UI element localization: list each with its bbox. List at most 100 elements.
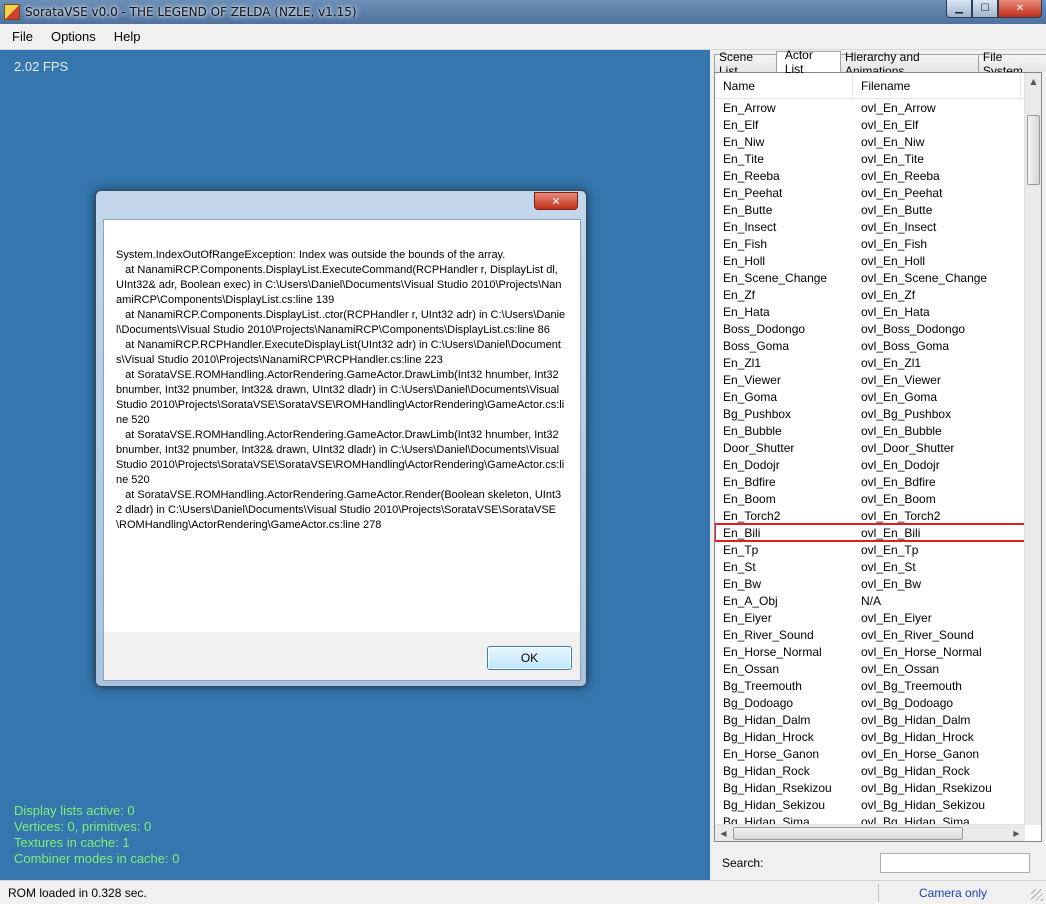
column-header-name[interactable]: Name: [715, 73, 853, 98]
actor-row[interactable]: En_St ovl_En_St: [715, 558, 1025, 575]
actor-row[interactable]: En_Peehat ovl_En_Peehat: [715, 184, 1025, 201]
tab-actor-list[interactable]: Actor List: [775, 48, 841, 76]
app-icon[interactable]: [4, 4, 20, 20]
actor-name-cell: En_Boom: [723, 491, 776, 506]
actor-name-cell: En_St: [723, 559, 756, 574]
vertical-scrollbar[interactable]: ▲: [1024, 73, 1041, 825]
actor-row[interactable]: En_Horse_Ganon ovl_En_Horse_Ganon: [715, 745, 1025, 762]
actor-row[interactable]: En_Bubble ovl_En_Bubble: [715, 422, 1025, 439]
actor-name-cell: Door_Shutter: [723, 440, 795, 455]
vertical-scroll-thumb[interactable]: [1027, 115, 1040, 185]
actor-name-cell: En_Peehat: [723, 185, 783, 200]
actor-row[interactable]: Boss_Dodongo ovl_Boss_Dodongo: [715, 320, 1025, 337]
actor-row[interactable]: Bg_Treemouth ovl_Bg_Treemouth: [715, 677, 1025, 694]
menu-help[interactable]: Help: [114, 29, 141, 44]
actor-row[interactable]: En_Scene_Change ovl_En_Scene_Change: [715, 269, 1025, 286]
actor-filename-cell: ovl_Bg_Hidan_Rsekizou: [861, 780, 992, 795]
close-button[interactable]: ✕: [998, 0, 1042, 18]
actor-row[interactable]: Bg_Hidan_Dalm ovl_Bg_Hidan_Dalm: [715, 711, 1025, 728]
actor-row[interactable]: En_Reeba ovl_En_Reeba: [715, 167, 1025, 184]
error-dialog: ✕ System.IndexOutOfRangeException: Index…: [95, 190, 587, 687]
menu-options[interactable]: Options: [51, 29, 96, 44]
actor-row[interactable]: En_Zl1 ovl_En_Zl1: [715, 354, 1025, 371]
actor-row[interactable]: En_Arrow ovl_En_Arrow: [715, 99, 1025, 116]
stat-display-lists: Display lists active: 0: [14, 803, 135, 818]
actor-row[interactable]: En_Holl ovl_En_Holl: [715, 252, 1025, 269]
actor-row[interactable]: Door_Shutter ovl_Door_Shutter: [715, 439, 1025, 456]
actor-row[interactable]: En_Eiyer ovl_En_Eiyer: [715, 609, 1025, 626]
actor-row[interactable]: Bg_Hidan_Rock ovl_Bg_Hidan_Rock: [715, 762, 1025, 779]
actor-row[interactable]: En_Insect ovl_En_Insect: [715, 218, 1025, 235]
horizontal-scrollbar[interactable]: ◀ ▶: [715, 824, 1025, 841]
actor-filename-cell: ovl_En_Tp: [861, 542, 919, 557]
actor-name-cell: En_Bdfire: [723, 474, 776, 489]
actor-filename-cell: ovl_En_Bili: [861, 525, 921, 540]
actor-row[interactable]: Bg_Pushbox ovl_Bg_Pushbox: [715, 405, 1025, 422]
actor-filename-cell: ovl_En_Bubble: [861, 423, 942, 438]
actor-row[interactable]: Bg_Hidan_Sekizou ovl_Bg_Hidan_Sekizou: [715, 796, 1025, 813]
actor-name-cell: Bg_Hidan_Rsekizou: [723, 780, 832, 795]
actor-row[interactable]: Boss_Goma ovl_Boss_Goma: [715, 337, 1025, 354]
actor-row[interactable]: Bg_Hidan_Rsekizou ovl_Bg_Hidan_Rsekizou: [715, 779, 1025, 796]
scroll-left-icon[interactable]: ◀: [715, 825, 732, 841]
tab-hierarchy-animations[interactable]: Hierarchy and Animations: [840, 50, 979, 78]
actor-name-cell: En_Tite: [723, 151, 764, 166]
actor-row[interactable]: En_Boom ovl_En_Boom: [715, 490, 1025, 507]
actor-row[interactable]: En_Torch2 ovl_En_Torch2: [715, 507, 1025, 524]
actor-name-cell: Bg_Pushbox: [723, 406, 792, 421]
menu-file[interactable]: File: [12, 29, 33, 44]
camera-mode-label[interactable]: Camera only: [919, 886, 987, 900]
ok-button[interactable]: OK: [487, 646, 572, 670]
stat-combiner-modes: Combiner modes in cache: 0: [14, 851, 180, 866]
actor-row[interactable]: En_Butte ovl_En_Butte: [715, 201, 1025, 218]
actor-row[interactable]: En_Viewer ovl_En_Viewer: [715, 371, 1025, 388]
status-rom-loaded: ROM loaded in 0.328 sec.: [8, 886, 147, 900]
actor-filename-cell: ovl_Bg_Pushbox: [861, 406, 952, 421]
actor-filename-cell: ovl_En_Fish: [861, 236, 928, 251]
actor-row[interactable]: En_Horse_Normal ovl_En_Horse_Normal: [715, 643, 1025, 660]
actor-row[interactable]: En_Goma ovl_En_Goma: [715, 388, 1025, 405]
actor-filename-cell: ovl_En_Elf: [861, 117, 919, 132]
actor-list-view[interactable]: Name Filename En_Arrow ovl_En_Arrow En_Elf…: [714, 72, 1042, 842]
actor-row[interactable]: En_River_Sound ovl_En_River_Sound: [715, 626, 1025, 643]
actor-row[interactable]: En_Hata ovl_En_Hata: [715, 303, 1025, 320]
actor-row[interactable]: En_Bdfire ovl_En_Bdfire: [715, 473, 1025, 490]
actor-row[interactable]: En_Niw ovl_En_Niw: [715, 133, 1025, 150]
actor-row[interactable]: En_Elf ovl_En_Elf: [715, 116, 1025, 133]
tab-scene-list[interactable]: Scene List: [714, 50, 777, 78]
dialog-message-area: System.IndexOutOfRangeException: Index w…: [104, 220, 580, 632]
actor-row[interactable]: En_Tp ovl_En_Tp: [715, 541, 1025, 558]
scroll-up-icon[interactable]: ▲: [1025, 73, 1041, 90]
dialog-close-button[interactable]: ✕: [534, 192, 578, 210]
actor-name-cell: En_Viewer: [723, 372, 781, 387]
scroll-right-icon[interactable]: ▶: [1008, 825, 1025, 841]
actor-row[interactable]: En_Fish ovl_En_Fish: [715, 235, 1025, 252]
actor-filename-cell: ovl_En_Peehat: [861, 185, 943, 200]
actor-row[interactable]: En_Ossan ovl_En_Ossan: [715, 660, 1025, 677]
stat-vertices: Vertices: 0, primitives: 0: [14, 819, 152, 834]
column-header-filename[interactable]: Filename: [853, 73, 1021, 98]
actor-row[interactable]: En_Dodojr ovl_En_Dodojr: [715, 456, 1025, 473]
actor-name-cell: En_River_Sound: [723, 627, 814, 642]
minimize-button[interactable]: ▁: [946, 0, 972, 18]
actor-filename-cell: ovl_En_Bdfire: [861, 474, 936, 489]
actor-name-cell: En_Arrow: [723, 100, 776, 115]
horizontal-scroll-thumb[interactable]: [733, 827, 963, 840]
actor-filename-cell: ovl_Bg_Hidan_Dalm: [861, 712, 971, 727]
actor-row[interactable]: En_A_Obj N/A: [715, 592, 1025, 609]
actor-row[interactable]: Bg_Dodoago ovl_Bg_Dodoago: [715, 694, 1025, 711]
actor-row[interactable]: Bg_Hidan_Hrock ovl_Bg_Hidan_Hrock: [715, 728, 1025, 745]
actor-row[interactable]: En_Bw ovl_En_Bw: [715, 575, 1025, 592]
status-bar: ROM loaded in 0.328 sec. Camera only: [0, 880, 1046, 904]
search-input[interactable]: [880, 853, 1030, 873]
actor-filename-cell: ovl_Bg_Hidan_Rock: [861, 763, 970, 778]
actor-row[interactable]: En_Tite ovl_En_Tite: [715, 150, 1025, 167]
close-icon: ✕: [1015, 3, 1025, 14]
actor-filename-cell: ovl_En_Bw: [861, 576, 922, 591]
actor-row[interactable]: En_Zf ovl_En_Zf: [715, 286, 1025, 303]
maximize-button[interactable]: ☐: [972, 0, 998, 18]
actor-filename-cell: ovl_En_Holl: [861, 253, 926, 268]
resize-grip-icon[interactable]: [1031, 889, 1043, 901]
actor-row[interactable]: En_Bili ovl_En_Bili: [715, 523, 1026, 542]
tab-file-system[interactable]: File System: [977, 50, 1046, 78]
